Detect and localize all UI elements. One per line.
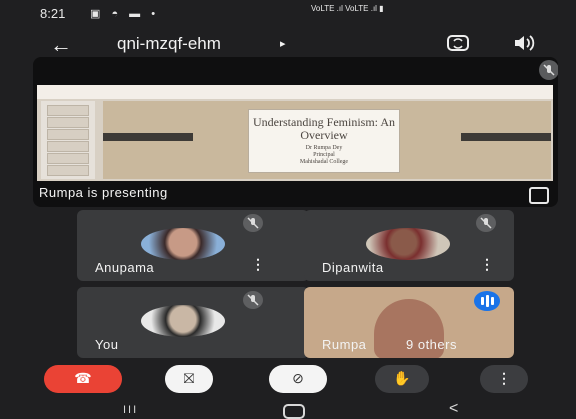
participant-name: Dipanwita bbox=[322, 260, 384, 275]
participant-name: Rumpa bbox=[322, 337, 367, 352]
mic-off-icon bbox=[476, 214, 496, 232]
avatar bbox=[141, 228, 225, 260]
status-notification-icons: ▣ ◓ ▬ • bbox=[90, 8, 160, 20]
slide-college: Mahishadal College bbox=[299, 159, 349, 165]
more-vert-icon: ⋮ bbox=[497, 370, 511, 386]
back-button[interactable]: < bbox=[449, 400, 458, 418]
mic-off-icon bbox=[243, 214, 263, 232]
raise-hand-button[interactable]: ✋ bbox=[375, 365, 429, 393]
speaking-indicator-icon bbox=[474, 291, 500, 311]
speaker-icon[interactable] bbox=[510, 31, 538, 55]
meeting-details-caret-icon[interactable]: ▸ bbox=[280, 37, 286, 50]
current-slide: Understanding Feminism: An Overview Dr R… bbox=[103, 101, 551, 179]
hang-up-button[interactable]: ☎ bbox=[44, 365, 122, 393]
switch-camera-icon[interactable] bbox=[444, 31, 472, 55]
presenting-status: Rumpa is presenting bbox=[39, 185, 168, 200]
camera-toggle-button[interactable]: ⛝ bbox=[165, 365, 213, 393]
participant-tile-rumpa[interactable]: Rumpa 9 others bbox=[304, 287, 514, 358]
participant-name: Anupama bbox=[95, 260, 155, 275]
presentation-tile[interactable]: Understanding Feminism: An Overview Dr R… bbox=[33, 57, 558, 207]
slide-thumbnails bbox=[41, 101, 95, 179]
mic-off-icon bbox=[243, 291, 263, 309]
mic-toggle-button[interactable]: ⊘ bbox=[269, 365, 327, 393]
slide-role: Principal bbox=[313, 152, 335, 158]
back-arrow-icon[interactable]: ← bbox=[50, 32, 72, 58]
others-count: 9 others bbox=[406, 337, 457, 352]
more-options-button[interactable]: ⋮ bbox=[480, 365, 528, 393]
participant-tile-you[interactable]: You bbox=[77, 287, 309, 358]
avatar bbox=[366, 228, 450, 260]
participant-tile-anupama[interactable]: Anupama ⋮ bbox=[77, 210, 309, 281]
recent-apps-button[interactable]: III bbox=[123, 404, 138, 416]
meeting-code[interactable]: qni-mzqf-ehm bbox=[117, 34, 221, 54]
camera-off-icon: ⛝ bbox=[183, 370, 195, 386]
fullscreen-icon[interactable] bbox=[529, 187, 549, 204]
presenter-muted-icon bbox=[539, 60, 558, 80]
slide-title: Understanding Feminism: An Overview bbox=[253, 115, 395, 142]
phone-icon: ☎ bbox=[74, 370, 92, 386]
ppt-ribbon bbox=[37, 85, 553, 99]
avatar bbox=[141, 305, 225, 337]
slide-presenter: Dr Rumpa Dey bbox=[305, 145, 343, 151]
status-network: VoLTE .ıl VoLTE .ıl ▮ bbox=[311, 4, 384, 13]
status-time: 8:21 bbox=[40, 6, 66, 21]
mic-off-icon: ⊘ bbox=[292, 370, 304, 386]
participant-tile-dipanwita[interactable]: Dipanwita ⋮ bbox=[304, 210, 514, 281]
hand-icon: ✋ bbox=[393, 370, 411, 386]
home-button[interactable] bbox=[283, 404, 305, 419]
shared-screen: Understanding Feminism: An Overview Dr R… bbox=[37, 85, 553, 181]
participant-name: You bbox=[95, 337, 119, 352]
more-options-icon[interactable]: ⋮ bbox=[251, 256, 265, 273]
more-options-icon[interactable]: ⋮ bbox=[480, 256, 494, 273]
